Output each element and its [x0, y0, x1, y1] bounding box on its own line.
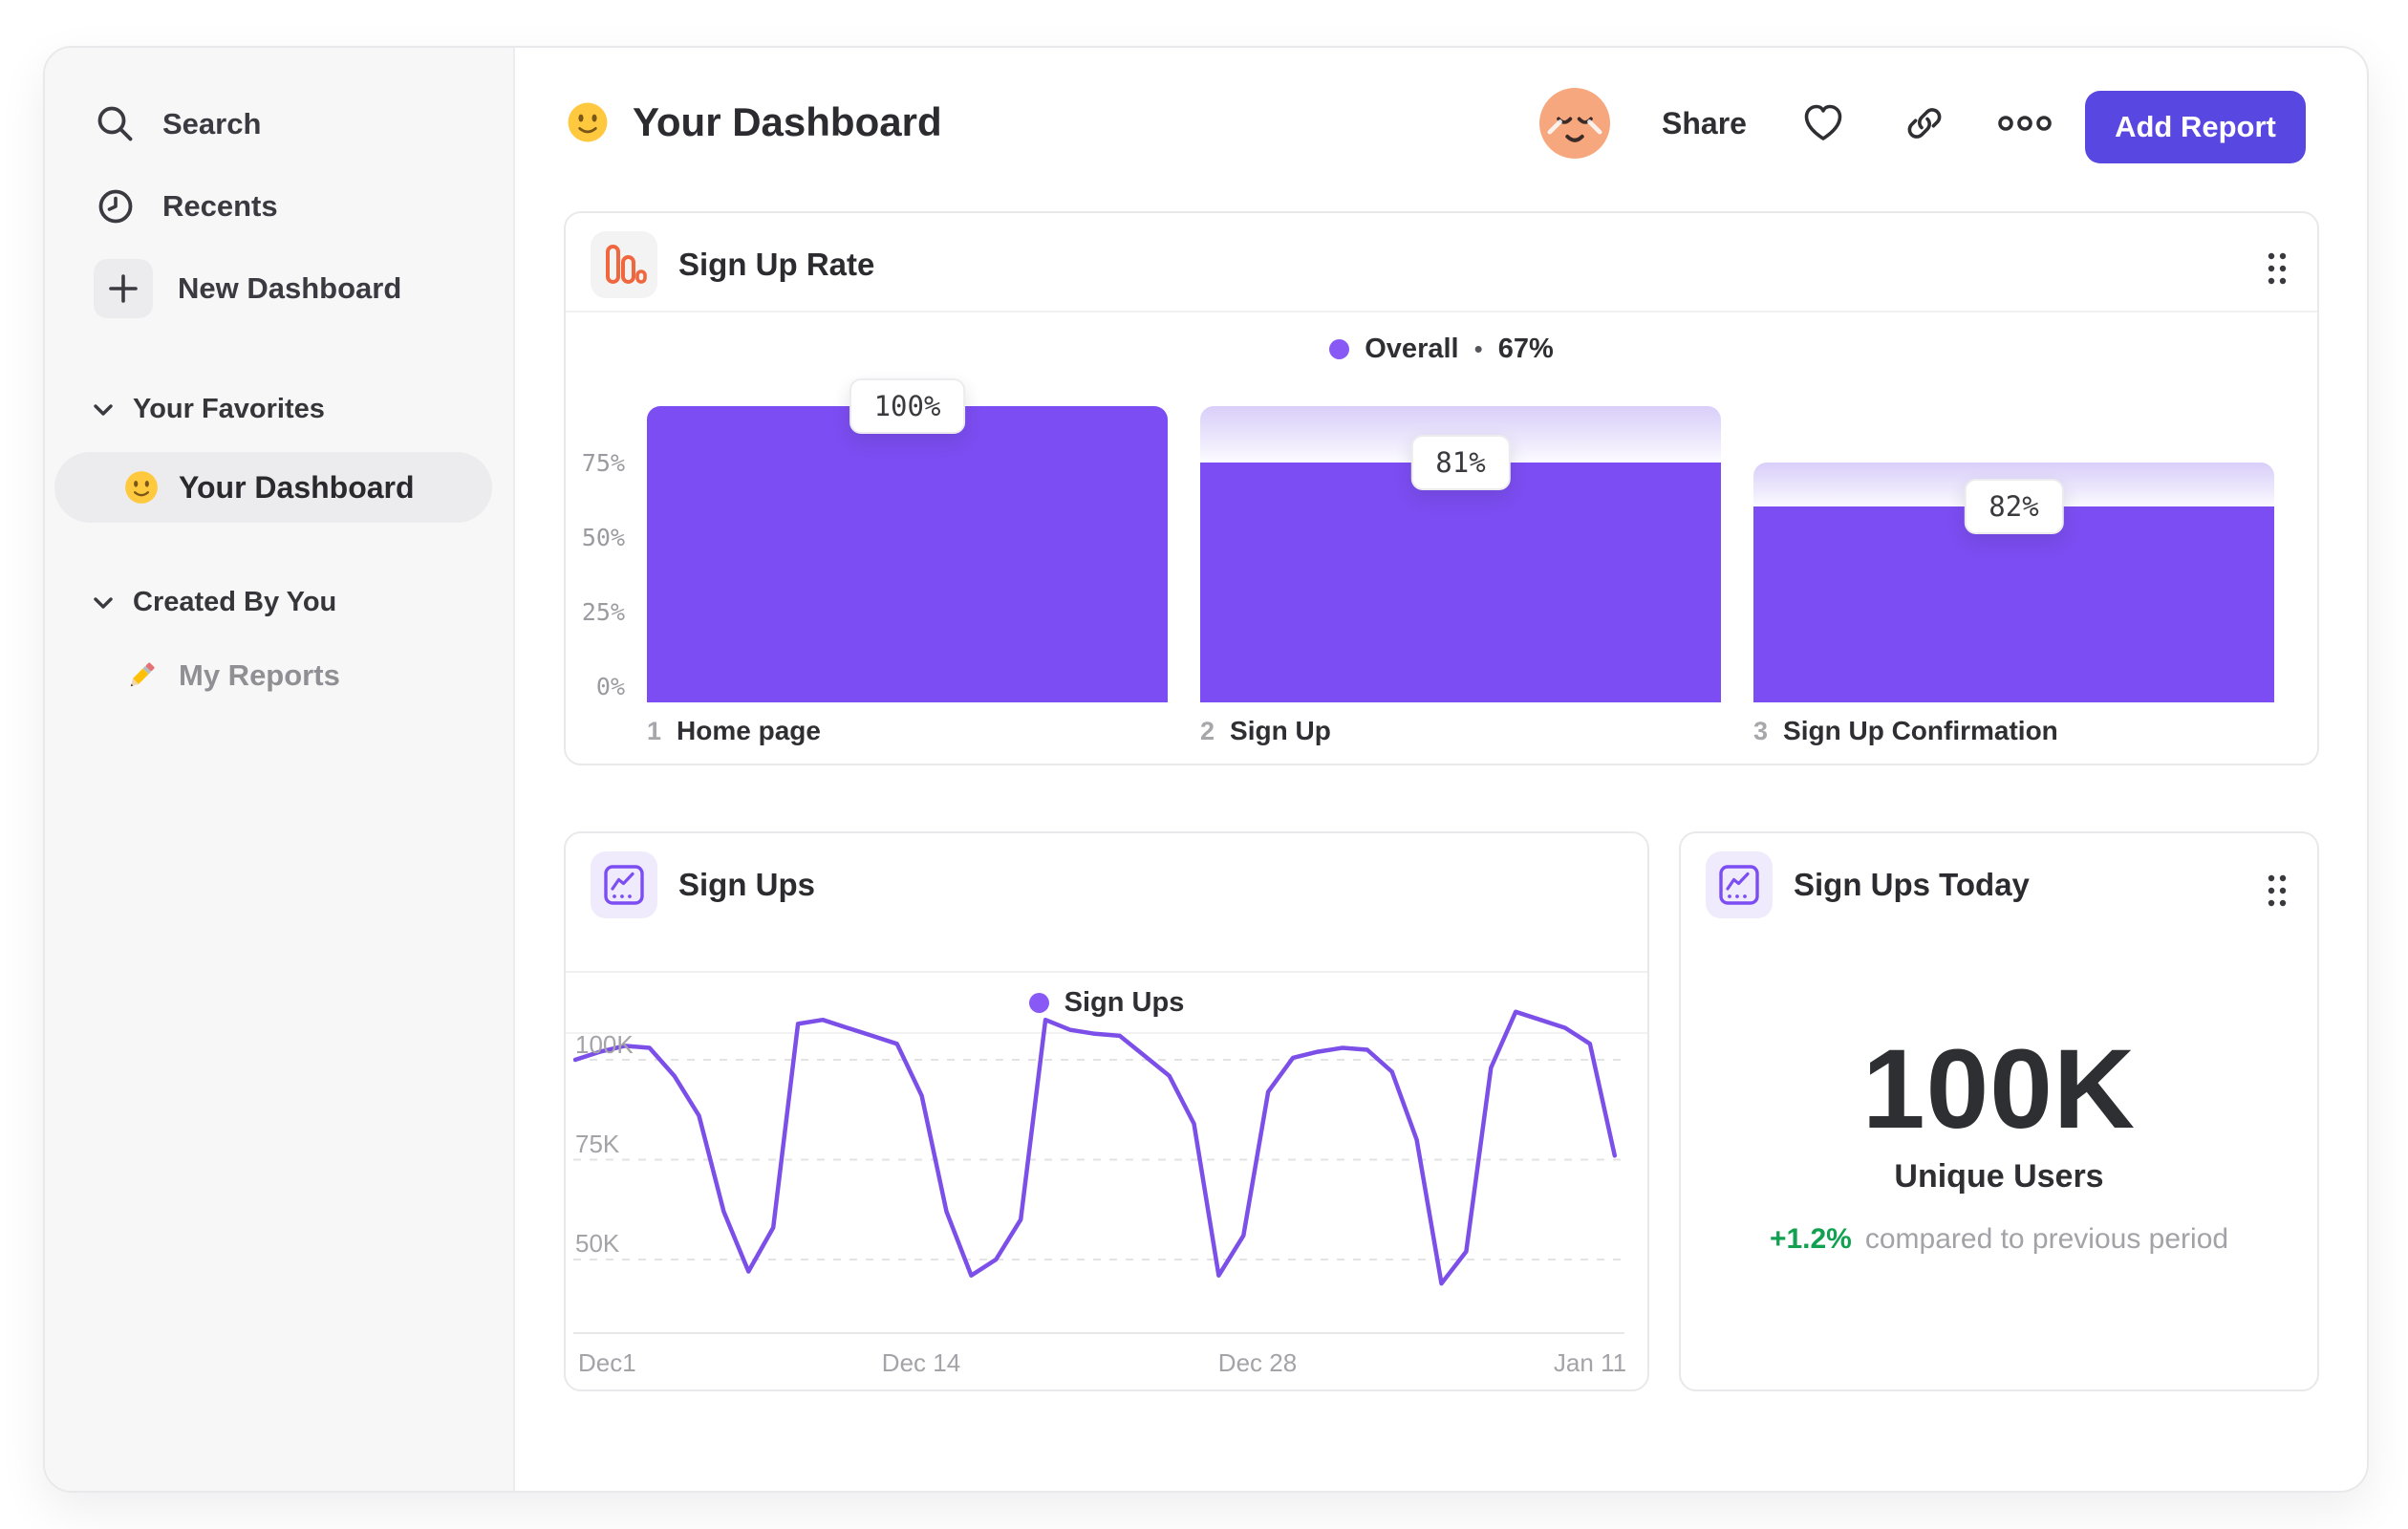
funnel-ytick: 50% — [581, 524, 625, 551]
delta-row: +1.2% compared to previous period — [1681, 1223, 2317, 1256]
signups-today-header: Sign Ups Today — [1706, 851, 2030, 918]
funnel-step-name: Home page — [677, 716, 821, 745]
clock-icon — [98, 189, 133, 224]
page-title-text: Your Dashboard — [633, 99, 942, 144]
favorites-header-label: Your Favorites — [133, 394, 325, 424]
funnel-bar-converted — [647, 406, 1168, 702]
sidebar-new-dashboard-label: New Dashboard — [178, 271, 402, 305]
line-chart-chip — [1706, 851, 1773, 918]
share-label: Share — [1662, 105, 1747, 140]
new-dashboard-chip — [94, 259, 153, 318]
funnel-bar-step-1[interactable] — [647, 406, 1168, 702]
funnel-step-number: 1 — [647, 717, 662, 745]
funnel-ytick: 75% — [581, 449, 625, 477]
funnel-step-label: 2 Sign Up — [1200, 716, 1331, 746]
signups-line-plot — [573, 1009, 1624, 1334]
funnel-step-name: Sign Up — [1230, 716, 1331, 745]
unique-users-value: 100K — [1861, 1026, 2137, 1152]
sidebar-item-recents[interactable]: Recents — [94, 184, 278, 228]
sidebar-item-your-dashboard[interactable]: Your Dashboard — [54, 452, 492, 523]
funnel-bar-converted — [1753, 506, 2274, 702]
funnel-conversion-badge-step-2: 81% — [1410, 434, 1511, 490]
line-xtick: Dec 28 — [1217, 1348, 1298, 1377]
add-report-button[interactable]: Add Report — [2085, 91, 2306, 163]
funnel-ytick: 25% — [581, 598, 625, 626]
funnel-step-number: 3 — [1753, 717, 1769, 745]
line-chart-icon — [604, 865, 644, 905]
delta-value: +1.2% — [1769, 1223, 1852, 1255]
copy-link-icon[interactable] — [1903, 102, 1946, 144]
unique-users-label: Unique Users — [1894, 1158, 2104, 1195]
funnel-step-number: 2 — [1200, 717, 1215, 745]
favorite-heart-icon[interactable] — [1802, 102, 1844, 144]
signups-today-title: Sign Ups Today — [1794, 867, 2030, 902]
signups-card-header: Sign Ups — [591, 851, 815, 918]
delta-description: compared to previous period — [1864, 1223, 2229, 1255]
chevron-down-icon — [94, 403, 113, 416]
created-header-label: Created By You — [133, 587, 337, 617]
sidebar-item-search[interactable]: Search — [94, 102, 261, 146]
smiley-emoji-icon — [125, 471, 158, 504]
pencil-emoji-icon — [130, 662, 155, 687]
page-title: Your Dashboard — [566, 99, 942, 145]
funnel-plot: 75% 50% 25% 0% 100% 1 Home page 81% 2 Sign Up 82% 3… — [566, 213, 2317, 764]
my-reports-label: My Reports — [179, 658, 340, 692]
avatar-face-icon — [1539, 88, 1610, 159]
more-options-icon[interactable] — [1996, 102, 2053, 144]
funnel-conversion-badge-step-3: 82% — [1964, 479, 2064, 535]
smiley-emoji-icon — [568, 102, 608, 142]
funnel-conversion-badge-step-1: 100% — [849, 378, 966, 434]
sidebar-search-label: Search — [162, 107, 262, 140]
avatar[interactable] — [1539, 88, 1610, 159]
screen: Search Recents New Dashboard Your Favori… — [0, 0, 2408, 1529]
sidebar-section-created-by-you[interactable]: Created By You — [91, 587, 336, 618]
funnel-step-label: 1 Home page — [647, 716, 821, 746]
search-icon — [97, 106, 133, 141]
sidebar-item-my-reports[interactable]: My Reports — [123, 657, 340, 694]
sidebar: Search Recents New Dashboard Your Favori… — [45, 48, 515, 1491]
app-window: Search Recents New Dashboard Your Favori… — [43, 46, 2369, 1493]
sidebar-item-new-dashboard[interactable]: New Dashboard — [94, 259, 401, 318]
signup-rate-card: Sign Up Rate Overall • 67% 75% 50% 25% 0% 10… — [564, 211, 2319, 765]
add-report-label: Add Report — [2115, 110, 2276, 143]
your-dashboard-label: Your Dashboard — [179, 469, 415, 505]
line-chart-chip — [591, 851, 657, 918]
funnel-step-name: Sign Up Confirmation — [1783, 716, 2058, 745]
funnel-step-label: 3 Sign Up Confirmation — [1753, 716, 2058, 746]
chevron-down-icon — [94, 596, 113, 609]
line-xtick: Dec 14 — [881, 1348, 961, 1377]
line-xtick: Jan 11 — [1553, 1348, 1627, 1377]
sidebar-section-your-favorites[interactable]: Your Favorites — [91, 394, 325, 425]
funnel-bar-converted — [1200, 462, 1721, 702]
signups-title: Sign Ups — [678, 867, 816, 902]
funnel-ytick: 0% — [595, 673, 625, 700]
sidebar-recents-label: Recents — [162, 189, 278, 223]
signups-card: Sign Ups Sign Ups 100K 75K 50K Dec1 Dec 14 De… — [564, 831, 1649, 1391]
drag-handle-icon[interactable] — [2264, 872, 2290, 910]
line-chart-icon — [1719, 865, 1759, 905]
line-xtick: Dec1 — [578, 1348, 636, 1377]
signups-today-card: Sign Ups Today 100K Unique Users +1.2% c… — [1679, 831, 2319, 1391]
share-button[interactable]: Share — [1650, 88, 1758, 159]
plus-icon — [109, 274, 138, 303]
